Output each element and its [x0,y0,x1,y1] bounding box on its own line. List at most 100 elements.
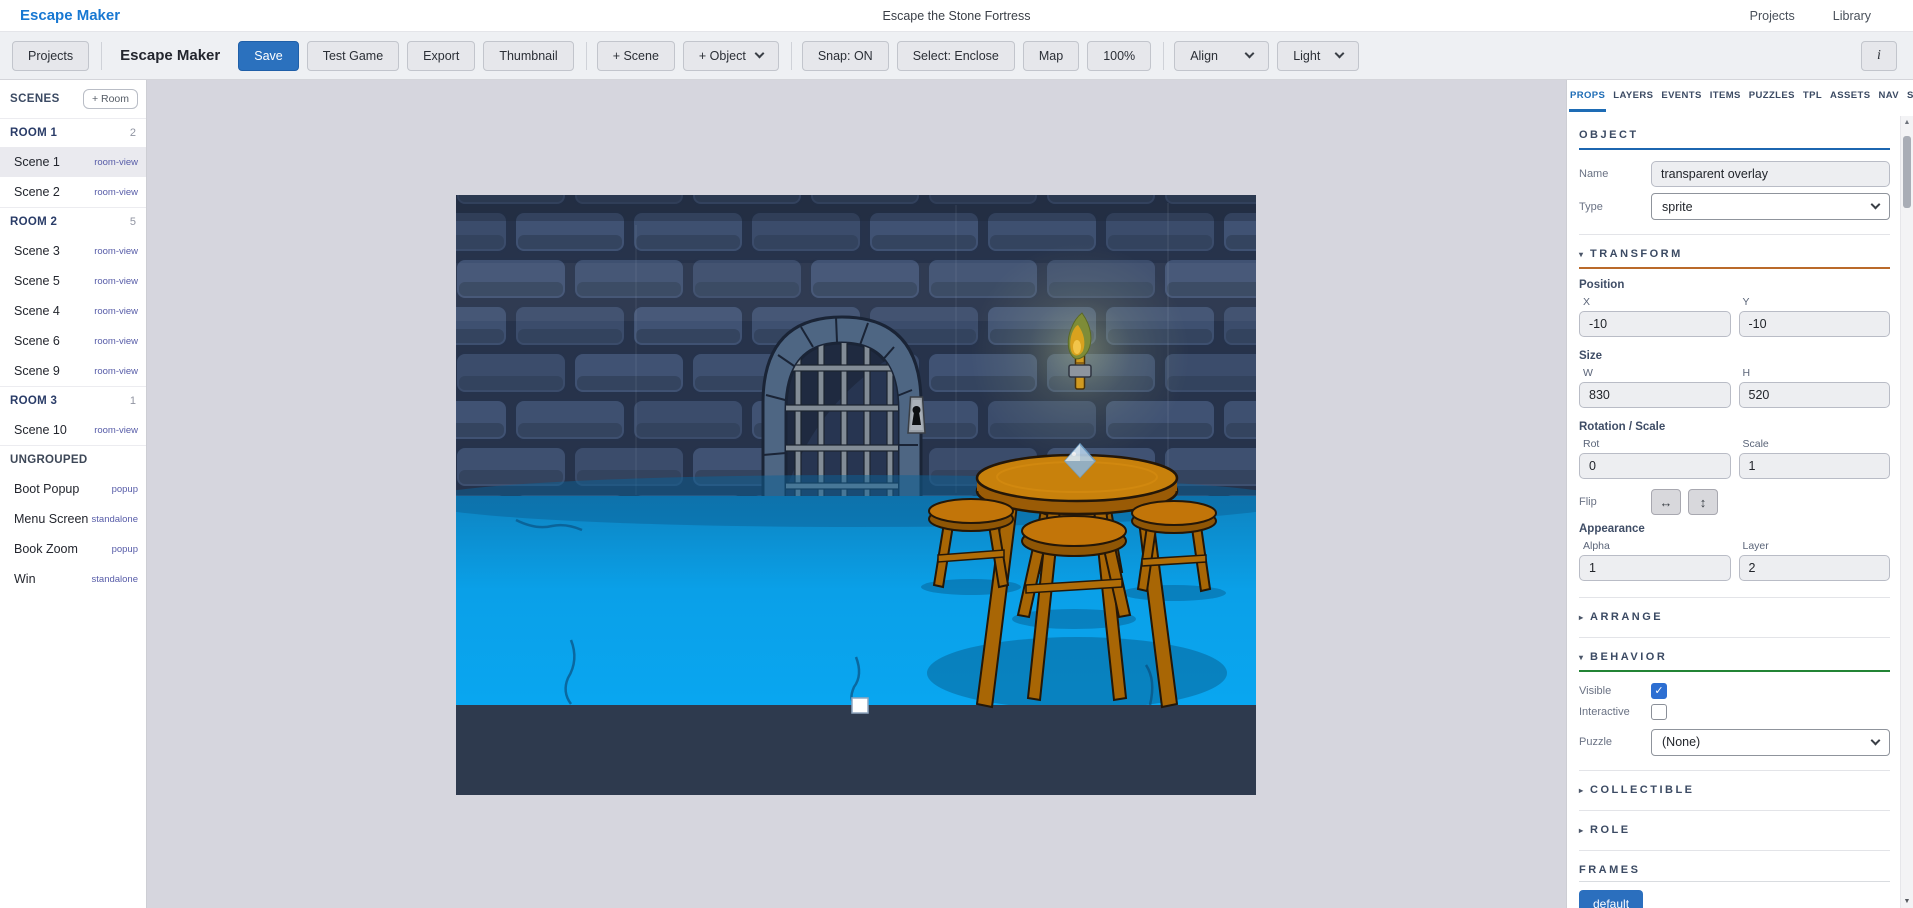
tab-settings[interactable]: SETTINGS [1906,90,1913,112]
visible-checkbox[interactable]: ✓ [1651,682,1667,699]
position-x-input[interactable] [1579,311,1731,337]
torch[interactable] [970,243,1190,463]
divider [1579,850,1890,851]
sidebar-item-scene-1[interactable]: Scene 1 room-view [0,147,146,177]
projects-button[interactable]: Projects [12,40,90,71]
save-button[interactable]: Save [238,40,299,71]
inspector-panel: PROPS LAYERS EVENTS ITEMS PUZZLES TPL AS… [1566,80,1913,908]
object-type-select[interactable]: sprite [1651,193,1890,220]
sidebar-item-book-zoom[interactable]: Book Zoom popup [0,534,146,564]
type-value: sprite [1662,199,1693,214]
collectible-section-header[interactable]: ▸ COLLECTIBLE [1579,783,1890,797]
tab-puzzles[interactable]: PUZZLES [1748,90,1796,112]
frame-default-button[interactable]: default [1579,890,1644,908]
tab-assets[interactable]: ASSETS [1829,90,1871,112]
flip-vertical-button[interactable]: ↕ [1688,489,1718,515]
editor-stage [148,80,1566,908]
scene-label: Menu Screen [14,512,89,526]
keyhole[interactable] [907,396,926,434]
chevron-down-icon [1334,48,1345,59]
tab-layers[interactable]: LAYERS [1612,90,1654,112]
scrollbar-thumb[interactable] [1903,136,1911,208]
w-label: W [1583,367,1593,379]
align-select[interactable]: Align [1174,40,1270,71]
transform-section-header[interactable]: ▾ TRANSFORM [1579,247,1890,261]
sidebar-item-boot-popup[interactable]: Boot Popup popup [0,474,146,504]
scene-tag: standalone [91,513,138,525]
scale-input[interactable] [1738,453,1890,479]
tab-nav[interactable]: NAV [1877,90,1900,112]
info-button[interactable]: i [1861,40,1897,71]
behavior-section-header[interactable]: ▾ BEHAVIOR [1579,650,1890,664]
export-button[interactable]: Export [407,40,476,71]
size-h-input[interactable] [1738,382,1890,408]
scene-tag: room-view [94,424,138,436]
sidebar-item-win[interactable]: Win standalone [0,564,146,594]
visible-label: Visible [1579,684,1612,697]
sidebar-item-scene-5[interactable]: Scene 5 room-view [0,266,146,296]
selection-handle[interactable] [851,697,869,714]
select-mode-button[interactable]: Select: Enclose [896,40,1015,71]
scene-tag: popup [111,543,138,555]
position-y-input[interactable] [1738,311,1890,337]
object-name-input[interactable] [1651,160,1890,187]
bottom-band [456,705,1256,795]
tab-tpl[interactable]: TPL [1802,90,1823,112]
sidebar-title: SCENES [10,93,60,105]
inspector-tabs: PROPS LAYERS EVENTS ITEMS PUZZLES TPL AS… [1567,80,1913,112]
tab-events[interactable]: EVENTS [1660,90,1702,112]
role-section-header[interactable]: ▸ ROLE [1579,823,1890,837]
panel-scrollbar[interactable]: ▲ ▼ [1900,116,1913,908]
scene-label: Book Zoom [14,542,78,556]
tab-items[interactable]: ITEMS [1709,90,1742,112]
x-label: X [1583,296,1591,308]
gate[interactable] [761,315,923,500]
scene-canvas[interactable] [396,164,1334,795]
layer-input[interactable] [1738,555,1890,581]
tab-props[interactable]: PROPS [1569,90,1607,112]
interactive-checkbox[interactable] [1651,703,1667,720]
scroll-up-arrow-icon[interactable]: ▲ [1901,119,1913,126]
section-title: TRANSFORM [1590,248,1683,260]
rotation-scale-label: Rotation / Scale [1579,421,1666,433]
scroll-down-arrow-icon[interactable]: ▼ [1901,898,1913,905]
room-group-header[interactable]: ROOM 2 5 [0,207,146,236]
nav-library-link[interactable]: Library [1833,9,1871,23]
appearance-label: Appearance [1579,523,1645,535]
add-scene-button[interactable]: + Scene [596,40,675,71]
room-count: 1 [129,395,136,407]
alpha-input[interactable] [1579,555,1731,581]
sidebar-item-menu-screen[interactable]: Menu Screen standalone [0,504,146,534]
test-game-button[interactable]: Test Game [306,40,400,71]
app-brand[interactable]: Escape Maker [20,7,120,24]
type-label: Type [1579,200,1603,213]
zoom-level-button[interactable]: 100% [1087,40,1152,71]
size-w-input[interactable] [1579,382,1731,408]
puzzle-select[interactable]: (None) [1651,728,1890,756]
theme-select[interactable]: Light [1277,40,1360,71]
sidebar-item-scene-2[interactable]: Scene 2 room-view [0,177,146,207]
sidebar-item-scene-4[interactable]: Scene 4 room-view [0,296,146,326]
map-button[interactable]: Map [1022,40,1080,71]
chevron-down-icon [754,48,765,59]
snap-toggle-button[interactable]: Snap: ON [801,40,889,71]
room-group-header[interactable]: ROOM 1 2 [0,119,146,147]
sidebar-item-scene-10[interactable]: Scene 10 room-view [0,415,146,445]
thumbnail-button[interactable]: Thumbnail [483,40,574,71]
room-group-header[interactable]: ROOM 3 1 [0,386,146,415]
nav-projects-link[interactable]: Projects [1750,9,1795,23]
toolbar-separator [101,41,103,70]
chevron-down-icon [1244,48,1255,59]
ungrouped-header[interactable]: UNGROUPED [0,445,146,474]
flip-horizontal-button[interactable]: ↔ [1651,489,1681,515]
arrange-section-header[interactable]: ▸ ARRANGE [1579,610,1890,624]
add-object-dropdown[interactable]: + Object [682,40,779,71]
rotation-input[interactable] [1579,453,1731,479]
add-room-button[interactable]: + Room [82,89,138,109]
sidebar-item-scene-3[interactable]: Scene 3 room-view [0,236,146,266]
frames-section-header: FRAMES [1579,863,1890,877]
sidebar-item-scene-9[interactable]: Scene 9 room-view [0,356,146,386]
sidebar-item-scene-6[interactable]: Scene 6 room-view [0,326,146,356]
scene-label: Scene 9 [14,364,60,378]
puzzle-row: Puzzle (None) [1579,728,1890,756]
